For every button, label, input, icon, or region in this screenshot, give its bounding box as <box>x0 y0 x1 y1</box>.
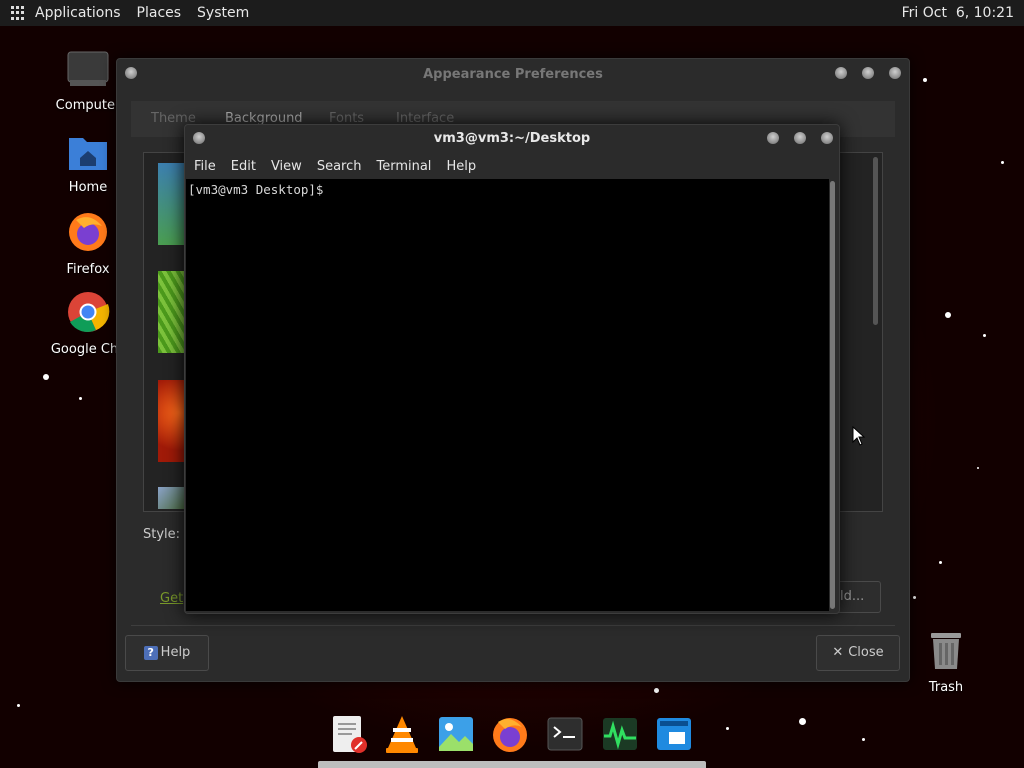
style-label: Style: <box>143 527 181 542</box>
close-icon: ✕ <box>832 645 844 660</box>
terminal-output[interactable]: [vm3@vm3 Desktop]$ <box>186 179 829 611</box>
terminal-menubar: File Edit View Search Terminal Help <box>185 154 839 178</box>
chrome-icon <box>68 292 110 332</box>
desktop-icon-trash[interactable]: Trash <box>896 630 996 695</box>
dock <box>318 708 706 768</box>
minimize-button[interactable] <box>767 132 779 144</box>
star <box>977 467 979 469</box>
star <box>913 596 916 599</box>
star <box>983 334 986 337</box>
firefox-icon <box>69 213 107 251</box>
terminal-window: vm3@vm3:~/Desktop File Edit View Search … <box>184 124 840 614</box>
star <box>654 688 659 693</box>
menu-edit[interactable]: Edit <box>231 159 256 174</box>
maximize-button[interactable] <box>862 67 874 79</box>
desktop: Applications Places System Fri Oct 6, 10… <box>0 0 1024 768</box>
top-panel: Applications Places System Fri Oct 6, 10… <box>0 0 1024 26</box>
clock[interactable]: Fri Oct 6, 10:21 <box>902 5 1014 21</box>
minimize-button[interactable] <box>835 67 847 79</box>
help-button-label: Help <box>160 645 191 660</box>
close-button[interactable]: ✕ Close <box>816 635 900 671</box>
star <box>1001 161 1004 164</box>
help-button[interactable]: ? Help <box>125 635 209 671</box>
scrollbar[interactable] <box>830 181 835 609</box>
image-viewer-icon[interactable] <box>437 714 475 754</box>
terminal-icon[interactable] <box>546 714 584 754</box>
menu-file[interactable]: File <box>194 159 216 174</box>
help-icon: ? <box>143 646 158 660</box>
divider <box>131 625 895 626</box>
system-monitor-icon[interactable] <box>601 714 639 754</box>
star <box>79 397 82 400</box>
firefox-icon[interactable] <box>491 714 529 754</box>
menu-help[interactable]: Help <box>446 159 476 174</box>
close-button-label: Close <box>848 645 884 660</box>
menu-system[interactable]: System <box>197 5 249 21</box>
star <box>862 738 865 741</box>
window-manager-icon[interactable] <box>655 714 693 754</box>
vlc-icon[interactable] <box>383 714 421 754</box>
apps-grid-icon[interactable] <box>11 6 25 20</box>
star <box>923 78 927 82</box>
menu-view[interactable]: View <box>271 159 302 174</box>
close-window-button[interactable] <box>889 67 901 79</box>
mouse-cursor-icon <box>852 426 866 446</box>
desktop-icon-label: Trash <box>928 680 964 695</box>
star <box>799 718 806 725</box>
dock-bar <box>318 761 706 768</box>
star <box>945 312 951 318</box>
maximize-button[interactable] <box>794 132 806 144</box>
star <box>726 727 729 730</box>
scrollbar[interactable] <box>873 157 878 325</box>
get-more-link[interactable]: Get <box>160 591 183 606</box>
menu-search[interactable]: Search <box>317 159 362 174</box>
window-title: vm3@vm3:~/Desktop <box>433 131 591 146</box>
shell-prompt: [vm3@vm3 Desktop]$ <box>188 182 324 197</box>
home-folder-icon <box>69 138 107 170</box>
menu-terminal[interactable]: Terminal <box>376 159 431 174</box>
menu-applications[interactable]: Applications <box>35 5 121 21</box>
computer-icon <box>67 51 109 86</box>
window-title: Appearance Preferences <box>423 67 603 82</box>
text-editor-icon[interactable] <box>330 714 368 754</box>
close-window-button[interactable] <box>821 132 833 144</box>
star <box>43 374 49 380</box>
star <box>17 704 20 707</box>
menu-places[interactable]: Places <box>137 5 182 21</box>
trash-icon <box>931 633 961 669</box>
star <box>939 561 942 564</box>
